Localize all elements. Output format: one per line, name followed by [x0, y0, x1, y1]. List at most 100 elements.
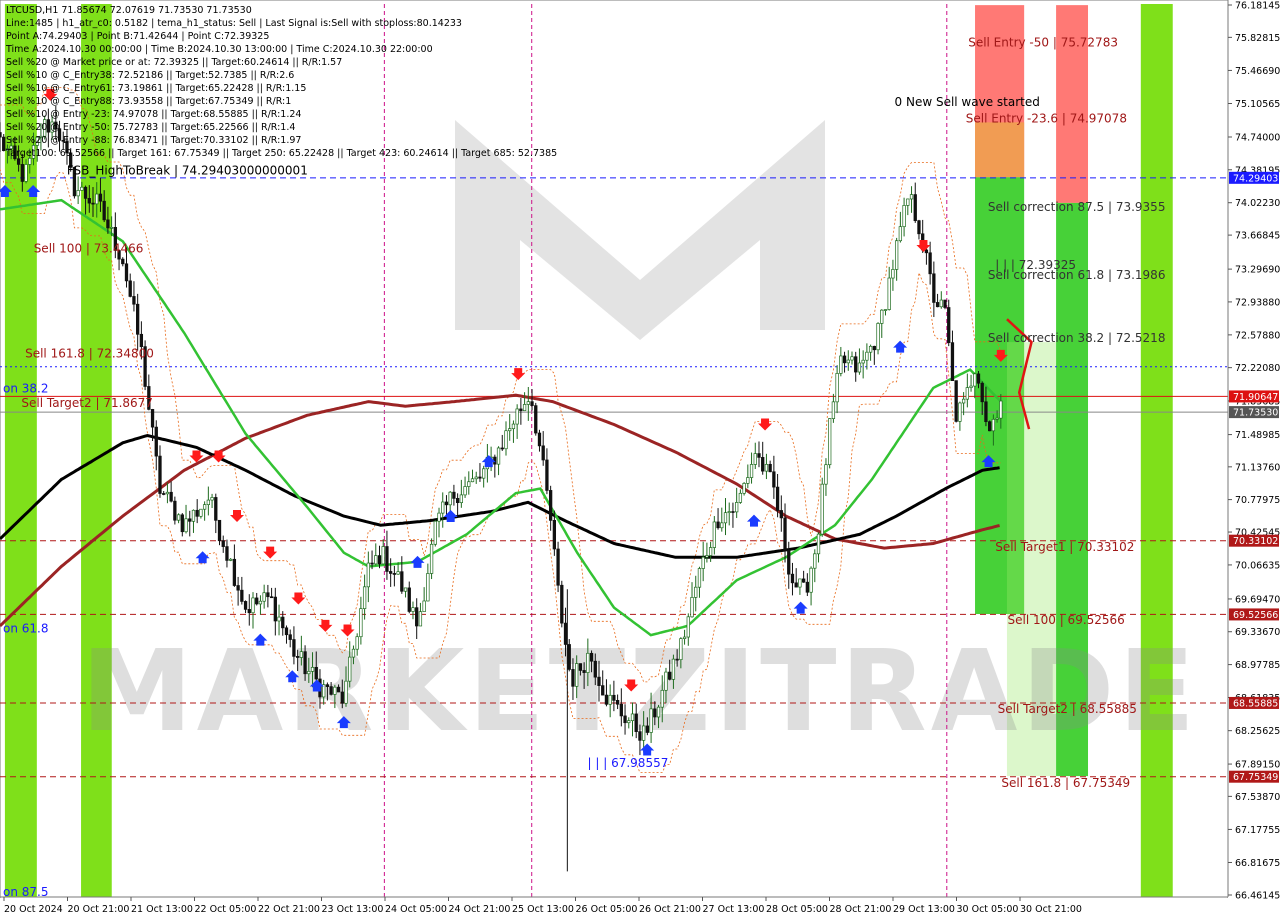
candle-body — [761, 457, 765, 472]
candle-body — [303, 651, 307, 675]
candle-body — [582, 670, 586, 673]
candle-body — [478, 476, 482, 479]
candle-body — [333, 686, 337, 695]
candle-body — [459, 494, 463, 504]
candle-body — [273, 596, 277, 622]
price-tick-label: 70.06635 — [1235, 560, 1280, 571]
candle-body — [846, 359, 850, 364]
candle-body — [753, 453, 757, 465]
signal-zone — [975, 122, 1025, 178]
candle-body — [195, 509, 199, 517]
chart-label: Sell Target1 | 70.33102 — [995, 540, 1134, 554]
candle-body — [653, 708, 657, 718]
candle-body — [180, 514, 184, 533]
chart-label: Sell 100 | 73.4466 — [34, 241, 144, 255]
candle-body — [746, 477, 750, 484]
candle-body — [348, 656, 352, 682]
time-tick-label: 22 Oct 21:00 — [258, 904, 320, 915]
candle-body — [98, 193, 103, 202]
candle-body — [191, 509, 196, 522]
candle-body — [229, 558, 233, 561]
candle-body — [236, 585, 240, 591]
candle-body — [269, 596, 274, 599]
chart-label: Sell 161.8 | 72.34800 — [25, 347, 154, 361]
time-tick-label: 26 Oct 05:00 — [576, 904, 638, 915]
candle-body — [537, 432, 542, 447]
candle-body — [128, 280, 132, 297]
candle-body — [258, 600, 263, 605]
candle-body — [682, 636, 687, 639]
candle-body — [292, 639, 296, 657]
candle-body — [232, 558, 237, 586]
candle-body — [917, 220, 921, 235]
candle-body — [589, 652, 594, 662]
candle-body — [656, 706, 661, 718]
candle-body — [857, 362, 862, 373]
price-tick-label: 66.81675 — [1235, 858, 1280, 869]
candle-body — [649, 708, 653, 733]
candle-body — [452, 491, 456, 499]
candle-body — [154, 426, 158, 457]
chart-label: 0 New Sell wave started — [895, 95, 1040, 109]
price-tag-label: 71.73530 — [1233, 408, 1278, 419]
info-line: Sell %10 @ C_Entry38: 72.52186 || Target… — [6, 70, 294, 81]
candle-body — [820, 483, 824, 535]
candle-body — [444, 501, 449, 506]
candle-body — [898, 226, 903, 242]
candle-body — [504, 430, 508, 450]
price-tick-label: 67.17755 — [1235, 825, 1280, 836]
candle-body — [530, 401, 534, 406]
candle-body — [366, 562, 370, 588]
time-tick-label: 24 Oct 21:00 — [449, 904, 511, 915]
candle-body — [221, 540, 225, 547]
candle-body — [307, 670, 311, 675]
candle-body — [340, 691, 344, 704]
candle-body — [552, 520, 557, 550]
price-tick-label: 74.74000 — [1235, 132, 1280, 143]
candle-body — [906, 198, 910, 206]
candle-body — [861, 359, 865, 364]
candle-body — [902, 205, 906, 228]
chart-label: Sell Entry -23.6 | 74.97078 — [966, 111, 1127, 125]
candle-body — [749, 464, 754, 478]
candle-body — [284, 627, 289, 636]
candle-body — [411, 607, 415, 612]
candle-body — [482, 468, 486, 479]
candle-body — [448, 491, 452, 506]
candle-body — [392, 573, 397, 575]
price-tick-label: 67.89150 — [1235, 760, 1280, 771]
price-tick-label: 67.53870 — [1235, 792, 1280, 803]
time-tick-label: 26 Oct 21:00 — [639, 904, 701, 915]
candle-body — [768, 463, 772, 473]
candle-body — [828, 418, 832, 466]
candle-body — [556, 548, 560, 586]
candle-body — [106, 219, 110, 229]
candle-body — [675, 658, 679, 661]
time-tick-label: 22 Oct 05:00 — [195, 904, 257, 915]
candle-body — [868, 345, 873, 353]
candle-body — [16, 158, 21, 165]
chart-label: Sell correction 61.8 | 73.1986 — [988, 268, 1166, 282]
candle-body — [757, 453, 761, 458]
price-chart[interactable]: MARKETZITRADE Sell Entry -50 | 75.727830… — [0, 0, 1280, 920]
candle-body — [578, 663, 583, 671]
candle-body — [712, 521, 716, 548]
candle-body — [415, 607, 419, 627]
candle-body — [876, 323, 880, 351]
candle-body — [295, 656, 300, 658]
candle-body — [567, 644, 571, 670]
price-tick-label: 68.25625 — [1235, 726, 1280, 737]
price-tick-label: 69.33670 — [1235, 627, 1280, 638]
candle-body — [240, 589, 244, 602]
candle-body — [255, 597, 259, 605]
candle-body — [470, 478, 475, 483]
candle-body — [961, 398, 966, 404]
info-line: LTCUSD,H1 71.85674 72.07619 71.73530 71.… — [6, 5, 252, 16]
time-tick-label: 21 Oct 13:00 — [131, 904, 193, 915]
price-tag-label: 67.75349 — [1233, 772, 1278, 783]
candle-body — [686, 616, 690, 638]
candle-body — [850, 356, 854, 361]
candle-body — [150, 409, 155, 428]
candle-body — [247, 609, 251, 614]
chart-label: | | | 67.98557 — [588, 756, 669, 770]
